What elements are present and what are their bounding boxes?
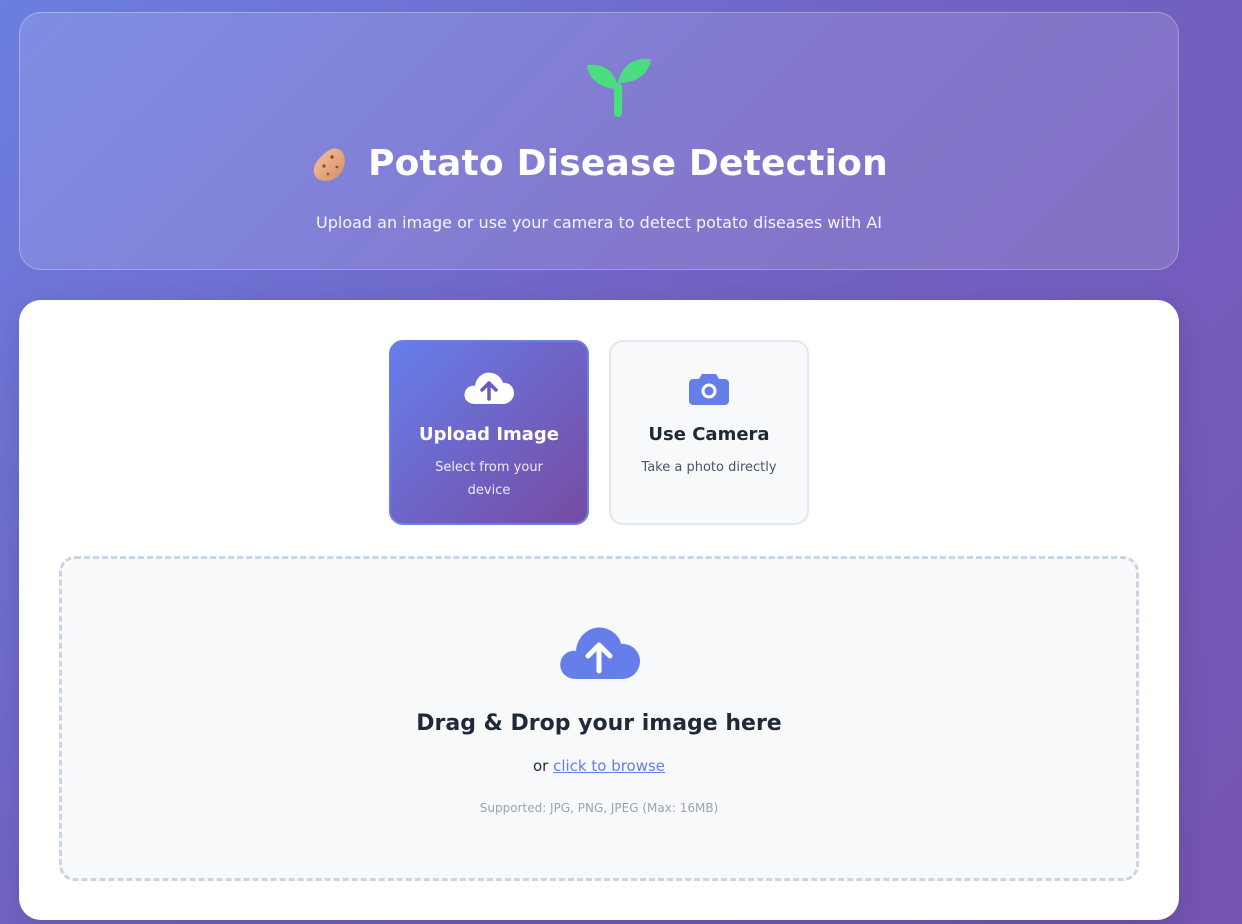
browse-link[interactable]: click to browse bbox=[553, 757, 665, 775]
upload-icon-wrap bbox=[391, 368, 587, 408]
page-title: Potato Disease Detection bbox=[368, 143, 888, 184]
use-camera-title: Use Camera bbox=[648, 424, 770, 445]
title-row: Potato Disease Detection bbox=[20, 143, 1178, 184]
supported-formats-text: Supported: JPG, PNG, JPEG (Max: 16MB) bbox=[479, 801, 719, 815]
potato-emoji-icon bbox=[313, 147, 345, 181]
main-card: Upload Image Select from your device Use… bbox=[19, 300, 1179, 920]
camera-icon-wrap bbox=[611, 368, 807, 408]
camera-icon bbox=[689, 374, 729, 405]
cloud-upload-icon bbox=[560, 627, 640, 679]
upload-image-button[interactable]: Upload Image Select from your device bbox=[389, 340, 589, 525]
header-card: Potato Disease Detection Upload an image… bbox=[19, 12, 1179, 270]
use-camera-button[interactable]: Use Camera Take a photo directly bbox=[609, 340, 809, 525]
image-dropzone[interactable]: Drag & Drop your image here or click to … bbox=[59, 556, 1139, 881]
page-subtitle: Upload an image or use your camera to de… bbox=[316, 213, 882, 232]
dropzone-or-text: or bbox=[532, 757, 549, 775]
upload-image-title: Upload Image bbox=[418, 424, 560, 445]
sprout-icon bbox=[587, 58, 651, 117]
cloud-upload-icon bbox=[464, 372, 514, 404]
use-camera-description: Take a photo directly bbox=[641, 460, 777, 475]
upload-image-description: Select from your device bbox=[435, 460, 543, 498]
dropzone-browse-line: or click to browse bbox=[62, 757, 1136, 775]
dropzone-title: Drag & Drop your image here bbox=[416, 711, 782, 736]
